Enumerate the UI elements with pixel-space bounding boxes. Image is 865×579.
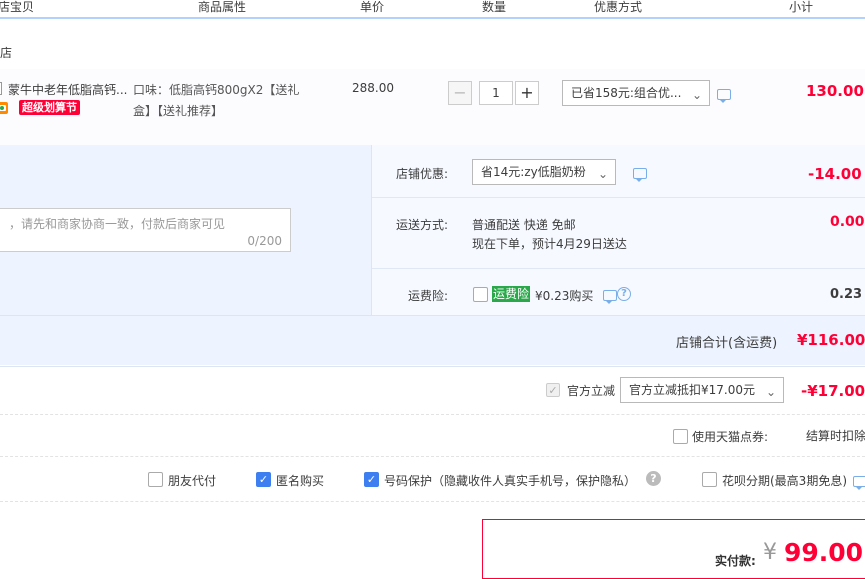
item-discount-select[interactable]: 已省158元:组合优... ⌄	[562, 80, 710, 106]
cart-header: 店宝贝 商品属性 单价 数量 优惠方式 小计	[0, 0, 865, 19]
col-subtotal-label: 小计	[789, 0, 814, 14]
buyer-message-input[interactable]: ，请先和商家协商一致，付款后商家可见 0/200	[0, 208, 291, 252]
delivery-label: 运送方式:	[396, 218, 449, 232]
shop-total-row: 店铺合计(含运费) ¥116.00	[0, 315, 865, 367]
col-item-label: 店宝贝	[0, 0, 35, 14]
divider	[0, 501, 865, 502]
official-discount-label: 官方立减	[567, 384, 616, 398]
insurance-label: 运费险:	[408, 289, 449, 303]
divider	[371, 145, 372, 315]
qty-plus-button[interactable]: +	[515, 81, 539, 105]
number-protect-checkbox[interactable]: ✓	[364, 472, 379, 487]
divider	[736, 1, 737, 16]
delivery-method: 普通配送 快递 免邮	[472, 218, 576, 232]
divider	[316, 1, 317, 16]
item-attr-line1: 口味：低脂高钙800gX2【送礼	[133, 83, 300, 97]
divider	[552, 1, 553, 16]
shop-total-amount: ¥116.00	[797, 331, 865, 349]
promo-icon	[0, 102, 8, 114]
item-unit-price: 288.00	[352, 81, 394, 95]
item-attr-line2: 盒】【送礼推荐】	[133, 104, 224, 118]
official-discount-value: 官方立减抵扣¥17.00元	[629, 383, 755, 397]
divider	[131, 1, 132, 16]
col-price-label: 单价	[360, 0, 385, 14]
official-discount-amount: -¥17.00	[801, 382, 865, 400]
shop-discount-label: 店铺优惠:	[396, 167, 449, 181]
item-title[interactable]: 蒙牛中老年低脂高钙...	[8, 81, 127, 98]
delivery-amount: 0.00	[830, 214, 865, 230]
help-icon[interactable]: ?	[617, 287, 631, 301]
anonymous-label: 匿名购买	[276, 474, 325, 488]
insurance-amount: 0.23	[830, 287, 863, 302]
payment-currency: ¥	[763, 540, 777, 565]
shop-discount-amount: -14.00	[808, 165, 862, 183]
divider	[0, 456, 865, 457]
shop-total-label: 店铺合计(含运费)	[676, 336, 778, 351]
huabei-label: 花呗分期(最高3期免息)	[722, 474, 847, 488]
tmall-points-note: 结算时扣除	[806, 429, 865, 443]
insurance-tag: 运费险	[492, 286, 531, 302]
insurance-checkbox[interactable]	[473, 287, 488, 302]
tmall-points-label: 使用天猫点券:	[692, 430, 769, 444]
chat-icon[interactable]	[717, 89, 731, 103]
col-qty-label: 数量	[482, 0, 507, 14]
official-discount-select[interactable]: 官方立减抵扣¥17.00元 ⌄	[620, 377, 784, 403]
qty-input[interactable]: 1	[479, 81, 513, 105]
number-protect-label: 号码保护（隐藏收件人真实手机号，保护隐私）	[384, 474, 637, 488]
friend-pay-checkbox[interactable]	[148, 472, 163, 487]
payment-label: 实付款:	[715, 554, 756, 568]
chat-icon[interactable]	[603, 290, 617, 304]
shop-discount-select[interactable]: 省14元:zy低脂奶粉 ⌄	[472, 159, 616, 185]
message-placeholder: ，请先和商家协商一致，付款后商家可见	[9, 217, 226, 231]
divider	[0, 414, 865, 415]
chevron-down-icon: ⌄	[765, 385, 776, 399]
cart-item-row: 蒙牛中老年低脂高钙... 超级划算节 口味：低脂高钙800gX2【送礼 盒】【送…	[0, 69, 865, 146]
col-discount-label: 优惠方式	[594, 0, 643, 14]
item-thumbnail[interactable]	[0, 82, 2, 95]
chevron-down-icon: ⌄	[691, 88, 702, 102]
tmall-points-checkbox[interactable]	[673, 429, 688, 444]
col-attr-label: 商品属性	[198, 0, 247, 14]
shop-name[interactable]: 店	[0, 44, 12, 61]
shop-discount-value: 省14元:zy低脂奶粉	[481, 165, 586, 179]
help-icon[interactable]: ?	[646, 471, 661, 486]
huabei-checkbox[interactable]	[702, 472, 717, 487]
insurance-price: ¥0.23购买	[535, 289, 594, 303]
promo-badge: 超级划算节	[19, 100, 80, 115]
divider	[434, 1, 435, 16]
message-counter: 0/200	[247, 234, 282, 248]
qty-minus-button[interactable]: −	[448, 81, 472, 105]
item-subtotal: 130.00	[806, 82, 864, 100]
friend-pay-label: 朋友代付	[168, 474, 217, 488]
chat-icon[interactable]	[633, 168, 647, 182]
anonymous-checkbox[interactable]: ✓	[256, 472, 271, 487]
payment-summary-box: 实付款: ¥ 99.00	[482, 519, 865, 579]
chevron-down-icon: ⌄	[597, 167, 608, 181]
official-discount-checkbox[interactable]: ✓	[546, 383, 560, 397]
payment-amount: 99.00	[784, 538, 864, 567]
delivery-row	[371, 198, 865, 269]
chat-icon[interactable]	[853, 476, 865, 490]
delivery-eta: 现在下单，预计4月29日送达	[472, 237, 627, 251]
item-discount-value: 已省158元:组合优...	[571, 86, 682, 100]
